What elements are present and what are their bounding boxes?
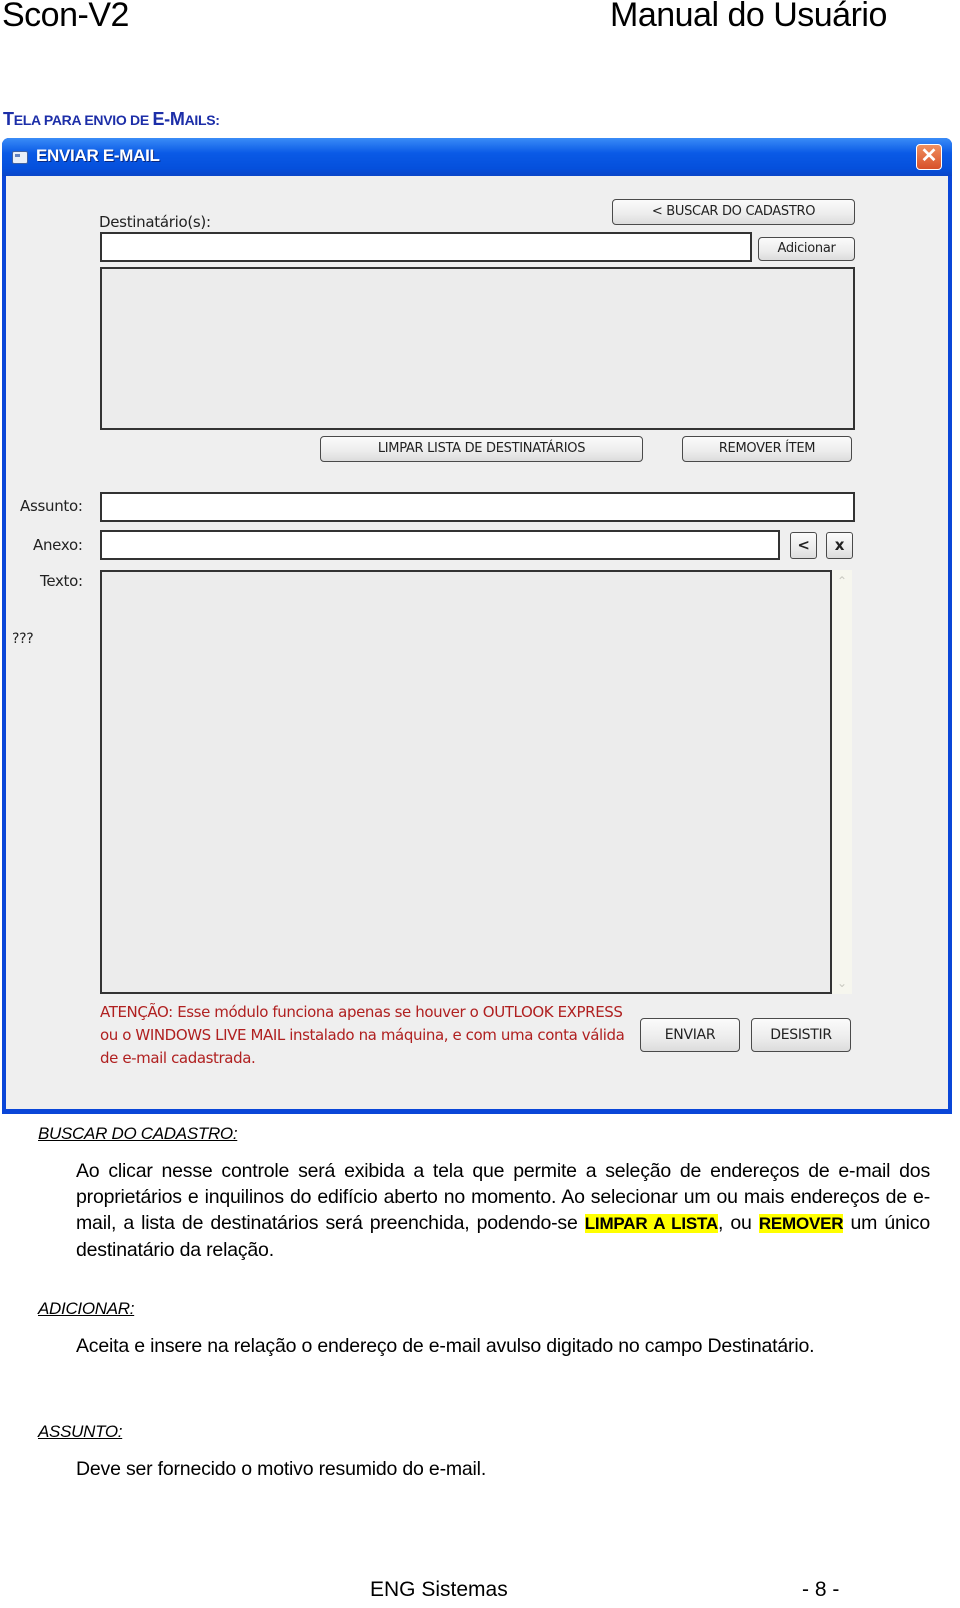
warning-message: ATENÇÃO: Esse módulo funciona apenas se …: [100, 1003, 625, 1067]
subject-input[interactable]: [100, 492, 855, 522]
highlight-remove: REMOVER: [758, 1214, 844, 1233]
section-text-buscar: Ao clicar nesse controle será exibida a …: [76, 1158, 930, 1263]
section-heading-adicionar: ADICIONAR:: [38, 1299, 135, 1318]
section-title-part: E-M: [152, 109, 185, 129]
subject-label: Assunto:: [20, 497, 83, 515]
recipients-input[interactable]: [100, 232, 752, 262]
footer-page-number: - 8 -: [802, 1578, 840, 1601]
close-button[interactable]: ✕: [916, 144, 942, 170]
document-title: Manual do Usuário: [610, 0, 887, 34]
window-client-area: Destinatário(s): < BUSCAR DO CADASTRO Ad…: [6, 176, 948, 1109]
scroll-down-icon[interactable]: ⌄: [834, 974, 850, 992]
section-title-part: AILS:: [184, 112, 220, 128]
search-registry-button[interactable]: < BUSCAR DO CADASTRO: [612, 199, 855, 225]
window-titlebar[interactable]: ENVIAR E-MAIL ✕: [2, 138, 952, 176]
product-name: Scon-V2: [2, 0, 129, 34]
section-text-adicionar: Aceita e insere na relação o endereço de…: [76, 1335, 815, 1357]
message-textarea[interactable]: [100, 570, 832, 994]
section-title-part: ELA PARA ENVIO DE: [13, 112, 153, 128]
window-icon: [12, 151, 28, 164]
text-run: , ou: [718, 1212, 759, 1234]
section-heading-assunto: ASSUNTO:: [38, 1422, 123, 1441]
attachment-input[interactable]: [100, 530, 780, 560]
browse-attachment-button[interactable]: <: [790, 532, 817, 559]
message-scrollbar[interactable]: ⌃ ⌄: [832, 570, 852, 994]
section-title: TELA PARA ENVIO DE E-MAILS:: [3, 109, 220, 130]
attachment-label: Anexo:: [33, 536, 83, 554]
section-heading-buscar: BUSCAR DO CADASTRO:: [38, 1124, 238, 1143]
section-text-assunto: Deve ser fornecido o motivo resumido do …: [76, 1458, 487, 1480]
highlight-clear-list: LIMPAR A LISTA: [584, 1214, 719, 1233]
unknown-label: ???: [12, 631, 34, 647]
cancel-button[interactable]: DESISTIR: [751, 1018, 851, 1052]
send-button[interactable]: ENVIAR: [640, 1018, 740, 1052]
remove-item-button[interactable]: REMOVER ÍTEM: [682, 436, 852, 462]
window-title: ENVIAR E-MAIL: [36, 146, 160, 165]
scroll-up-icon[interactable]: ⌃: [834, 572, 850, 590]
clear-attachment-button[interactable]: x: [826, 532, 853, 559]
recipients-label: Destinatário(s):: [99, 213, 211, 231]
section-title-part: T: [3, 109, 14, 129]
clear-list-button[interactable]: LIMPAR LISTA DE DESTINATÁRIOS: [320, 436, 643, 462]
email-window: ENVIAR E-MAIL ✕ Destinatário(s): < BUSCA…: [2, 138, 952, 1114]
recipients-list[interactable]: [100, 267, 855, 430]
add-button[interactable]: Adicionar: [758, 237, 855, 261]
text-label: Texto:: [40, 572, 83, 590]
footer-company: ENG Sistemas: [370, 1578, 508, 1601]
